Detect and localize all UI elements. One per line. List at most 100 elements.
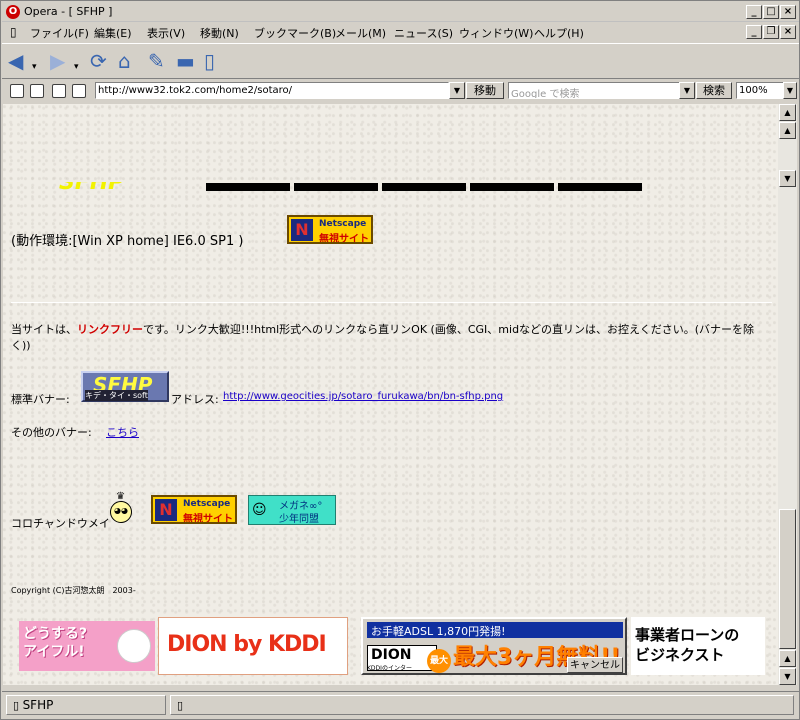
page-info-icon[interactable] (52, 84, 66, 98)
menu-bookmarks[interactable]: ブックマーク(B) (254, 25, 336, 41)
menu-news[interactable]: ニュース(S) (394, 25, 453, 41)
forward-icon[interactable]: ▶ (50, 50, 65, 72)
netscape-ignore-banner[interactable]: N Netscape 無視サイト (287, 215, 373, 244)
nav-bar-4[interactable] (470, 183, 554, 191)
nav-bar-2[interactable] (294, 183, 378, 191)
horizontal-rule (11, 302, 772, 303)
maximize-button[interactable]: □ (763, 5, 779, 19)
sfhp-logo-fragment: SFHP (59, 182, 124, 192)
address-input[interactable]: http://www32.tok2.com/home2/sotaro/ (95, 82, 449, 99)
aiful-ad[interactable]: どうする? アイフル! (19, 621, 155, 671)
nav-bar-1[interactable] (206, 183, 290, 191)
page-icon: ▯ (10, 25, 17, 39)
doc-minimize-button[interactable]: _ (746, 25, 762, 39)
page-tab-label: SFHP (22, 698, 54, 712)
adsl-ad[interactable]: お手軽ADSL 1,870円発揚! DION KDDIのインター 最大 最大3ヶ… (361, 617, 627, 675)
standard-banner-label: 標準バナー: (11, 393, 70, 406)
address-dropdown[interactable]: ▼ (449, 82, 465, 99)
menu-file[interactable]: ファイル(F) (30, 25, 89, 41)
sfhp-banner-sub: キデ・タイ・soft (85, 390, 148, 401)
scrollbar-thumb[interactable] (779, 509, 796, 649)
menu-window[interactable]: ウィンドウ(W) (459, 25, 533, 41)
search-dropdown[interactable]: ▼ (679, 82, 695, 99)
banner2-line2: 無視サイト (183, 514, 233, 524)
opera-icon: O (6, 5, 20, 19)
banner-line2: 無視サイト (319, 234, 369, 244)
link-policy-pre: 当サイトは、 (11, 323, 77, 336)
title-bar: O Opera - [ SFHP ] _ □ × (2, 2, 799, 22)
menu-edit[interactable]: 編集(E) (94, 25, 132, 41)
environment-text: (動作環境:[Win XP home] IE6.0 SP1 ) (11, 234, 244, 249)
banner-line1: Netscape (319, 219, 367, 229)
back-dropdown-icon[interactable]: ▾ (32, 56, 37, 78)
security-icon[interactable] (10, 84, 24, 98)
banner2-line1: Netscape (183, 499, 231, 509)
zoom-field[interactable]: 100% (736, 82, 784, 99)
go-button[interactable]: 移動 (466, 82, 504, 99)
document-icon[interactable]: ▯ (204, 50, 215, 72)
menu-mail[interactable]: メール(M) (335, 25, 386, 41)
korochan-text: コロチャンドウメイ (11, 517, 110, 530)
link-policy-text: 当サイトは、リンクフリーです。リンク大歓迎!!!html形式へのリンクなら直リン… (11, 322, 771, 354)
other-banner-label: その他のバナー: (11, 426, 92, 439)
loan-ad-text: 事業者ローンの ビジネクスト (635, 626, 740, 664)
search-button[interactable]: 検索 (696, 82, 732, 99)
glasses-face-icon: ☺ (252, 502, 267, 518)
nav-bar-3[interactable] (382, 183, 466, 191)
empty-tab[interactable]: ▯ (170, 695, 794, 715)
loan-ad[interactable]: 事業者ローンの ビジネクスト (631, 617, 765, 675)
scroll-up-arrow-lower-icon[interactable]: ▲ (779, 650, 796, 667)
megane-line2: 少年同盟 (279, 514, 319, 525)
dog-image (117, 629, 151, 663)
menu-help[interactable]: ヘルプ(H) (534, 25, 584, 41)
vertical-scrollbar[interactable]: ▲ ▲ ▼ ▲ ▼ (778, 104, 797, 685)
minimize-button[interactable]: _ (746, 5, 762, 19)
hotlist-icon[interactable]: ✎ (148, 50, 165, 72)
page-tab-icon: ▯ (13, 699, 23, 712)
page-tab[interactable]: ▯ SFHP (6, 695, 166, 715)
doc-close-button[interactable]: × (780, 25, 796, 39)
netscape-ignore-banner-2[interactable]: N Netscape 無視サイト (151, 495, 237, 524)
empty-tab-icon: ▯ (177, 699, 184, 712)
korochan-icon[interactable]: ◕◕ ♛ (106, 491, 134, 527)
adsl-ad-headline: お手軽ADSL 1,870円発揚! (367, 622, 623, 638)
scroll-down-arrow-upper-icon[interactable]: ▼ (779, 170, 796, 187)
print-icon[interactable]: ▬ (176, 50, 195, 72)
dion-ad-text: DION by KDDI (167, 632, 327, 657)
nav-bar-5[interactable] (558, 183, 642, 191)
reload-icon[interactable]: ⟳ (90, 50, 107, 72)
copyright-text: Copyright (C)古河惣太朗 2003- (11, 586, 136, 595)
address-toolbar: http://www32.tok2.com/home2/sotaro/ ▼ 移動… (2, 80, 799, 102)
adsl-kddi-text: KDDIのインター (367, 665, 412, 672)
link-free-text: リンクフリー (77, 323, 143, 336)
close-button[interactable]: × (780, 5, 796, 19)
navigation-toolbar: ◀ ▾ ▶ ▾ ⟳ ⌂ ✎ ▬ ▯ (2, 43, 799, 79)
sfhp-banner[interactable]: SFHP キデ・タイ・soft (81, 371, 169, 402)
scroll-up-arrow-2-icon[interactable]: ▲ (779, 122, 796, 139)
doc-restore-button[interactable]: ❐ (763, 25, 779, 39)
scroll-down-arrow-icon[interactable]: ▼ (779, 668, 796, 685)
user-icon[interactable] (72, 84, 86, 98)
netscape-n-icon: N (291, 219, 313, 241)
adsl-cancel-button[interactable]: キャンセル (567, 657, 623, 673)
zoom-dropdown[interactable]: ▼ (783, 82, 797, 99)
scroll-up-arrow-icon[interactable]: ▲ (779, 104, 796, 121)
menu-navigate[interactable]: 移動(N) (200, 25, 239, 41)
aiful-ad-text: どうする? アイフル! (23, 626, 88, 660)
window-title: Opera - [ SFHP ] (24, 5, 113, 18)
banner-url-link[interactable]: http://www.geocities.jp/sotaro_furukawa/… (223, 391, 503, 402)
browser-window: O Opera - [ SFHP ] _ □ × ▯ ファイル(F) 編集(E)… (0, 0, 800, 720)
megane-banner[interactable]: ☺ メガネ∞° 少年同盟 (248, 495, 336, 525)
back-icon[interactable]: ◀ (8, 50, 23, 72)
address-label: アドレス: (171, 393, 219, 406)
menu-bar: ▯ ファイル(F) 編集(E) 表示(V) 移動(N) ブックマーク(B) メー… (2, 23, 799, 42)
dion-ad[interactable]: DION by KDDI (158, 617, 348, 675)
search-input[interactable]: Google で検索 (508, 82, 680, 99)
netscape-n-icon-2: N (155, 499, 177, 521)
status-bar: ▯ SFHP ▯ (2, 691, 799, 719)
home-icon[interactable]: ⌂ (118, 50, 131, 72)
other-banner-link[interactable]: こちら (106, 424, 139, 440)
menu-view[interactable]: 表示(V) (147, 25, 185, 41)
camera-icon[interactable] (30, 84, 44, 98)
forward-dropdown-icon[interactable]: ▾ (74, 56, 79, 78)
